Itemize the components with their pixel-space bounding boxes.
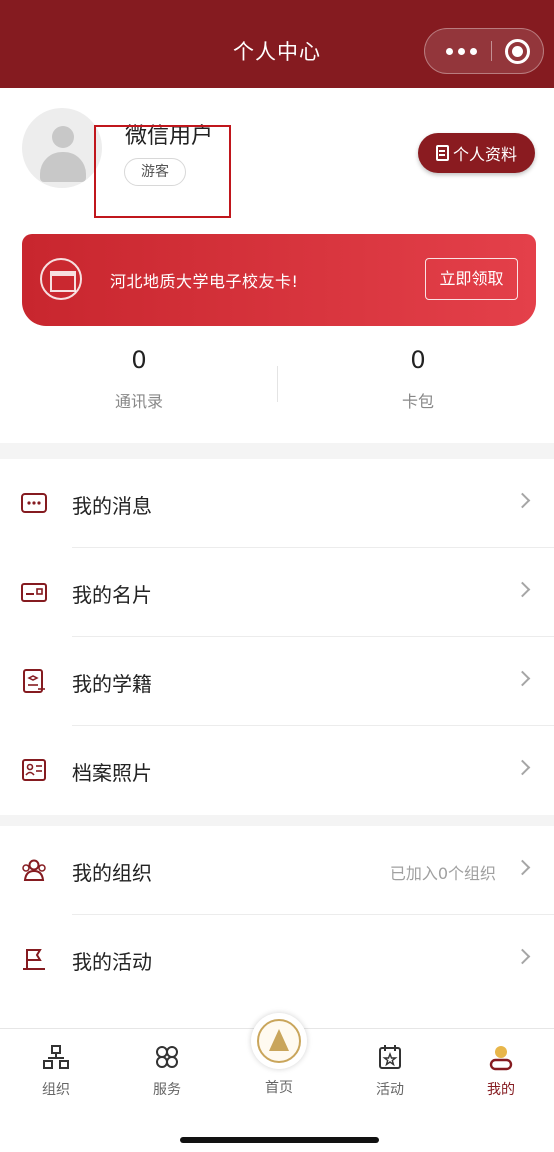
menu-item-activities[interactable]: 我的活动 — [0, 915, 554, 1004]
menu-item-label: 我的消息 — [72, 494, 152, 518]
user-icon — [489, 1046, 513, 1071]
profile-info-button[interactable]: 个人资料 — [418, 133, 535, 173]
calendar-star-icon — [379, 1045, 401, 1069]
tab-label: 活动 — [376, 1082, 404, 1098]
avatar-head-shape — [52, 126, 74, 148]
people-icon — [22, 859, 46, 881]
flag-icon — [23, 949, 45, 970]
university-emblem-icon — [257, 1019, 301, 1063]
home-indicator — [180, 1137, 379, 1143]
organization-count: 已加入0个组织 — [389, 864, 496, 883]
top-nav-bar: 个人中心 — [0, 0, 554, 88]
bottom-tab-bar: 组织 服务 首页 活动 我的 — [0, 1013, 554, 1152]
document-icon — [435, 145, 449, 161]
university-logo-icon — [40, 258, 82, 300]
photo-id-icon — [22, 759, 46, 781]
student-record-icon — [23, 669, 45, 693]
menu-item-messages[interactable]: 我的消息 — [0, 459, 554, 548]
menu-item-label: 我的活动 — [72, 950, 152, 974]
message-icon — [21, 493, 47, 513]
menu-item-organizations[interactable]: 我的组织 已加入0个组织 — [0, 826, 554, 915]
banner-text: 河北地质大学电子校友卡! — [110, 272, 299, 291]
menu-item-archive-photo[interactable]: 档案照片 — [0, 726, 554, 815]
annotation-highlight-box — [94, 125, 231, 218]
menu-item-label: 我的学籍 — [72, 672, 152, 696]
stat-contacts-label: 通讯录 — [114, 392, 163, 411]
chevron-right-icon — [514, 670, 531, 687]
stat-wallet[interactable]: 0 卡包 — [318, 346, 518, 412]
profile-section: 微信用户 游客 个人资料 河北地质大学电子校友卡! 立即领取 0 通讯录 0 卡… — [0, 88, 554, 443]
chevron-right-icon — [514, 759, 531, 776]
tab-services[interactable]: 服务 — [122, 1043, 212, 1099]
capsule-divider — [491, 41, 492, 61]
menu-item-business-card[interactable]: 我的名片 — [0, 548, 554, 637]
menu-item-label: 档案照片 — [72, 761, 152, 785]
avatar-body-shape — [40, 152, 86, 182]
menu-group-personal: 我的消息 我的名片 我的学籍 档案照片 — [0, 459, 554, 815]
claim-card-button[interactable]: 立即领取 — [425, 258, 518, 300]
chevron-right-icon — [514, 492, 531, 509]
more-options-button[interactable] — [433, 29, 489, 73]
tab-home[interactable] — [251, 1013, 307, 1069]
menu-item-label: 我的组织 — [72, 861, 152, 885]
close-miniprogram-button[interactable] — [505, 39, 530, 64]
menu-item-student-record[interactable]: 我的学籍 — [0, 637, 554, 726]
tab-activities[interactable]: 活动 — [345, 1043, 435, 1099]
chevron-right-icon — [514, 581, 531, 598]
tab-label: 组织 — [42, 1082, 70, 1098]
org-tree-icon — [43, 1045, 69, 1069]
card-icon — [21, 583, 47, 602]
stats-divider — [277, 366, 278, 402]
chevron-right-icon — [514, 948, 531, 965]
miniprogram-capsule — [424, 28, 544, 74]
stat-wallet-value: 0 — [410, 346, 426, 374]
tab-label: 我的 — [487, 1082, 515, 1098]
stat-wallet-label: 卡包 — [401, 392, 434, 411]
alumni-card-banner[interactable]: 河北地质大学电子校友卡! 立即领取 — [22, 234, 536, 326]
menu-group-community: 我的组织 已加入0个组织 我的活动 — [0, 826, 554, 1028]
avatar[interactable] — [22, 108, 102, 188]
stat-contacts-value: 0 — [131, 346, 147, 374]
profile-info-button-label: 个人资料 — [452, 145, 517, 164]
tab-home-label: 首页 — [265, 1080, 293, 1096]
clover-icon — [156, 1046, 178, 1068]
menu-item-label: 我的名片 — [72, 583, 152, 607]
chevron-right-icon — [514, 859, 531, 876]
tab-label: 服务 — [153, 1082, 181, 1098]
tab-organization[interactable]: 组织 — [11, 1043, 101, 1099]
stat-contacts[interactable]: 0 通讯录 — [39, 346, 239, 412]
tab-mine[interactable]: 我的 — [456, 1043, 546, 1099]
